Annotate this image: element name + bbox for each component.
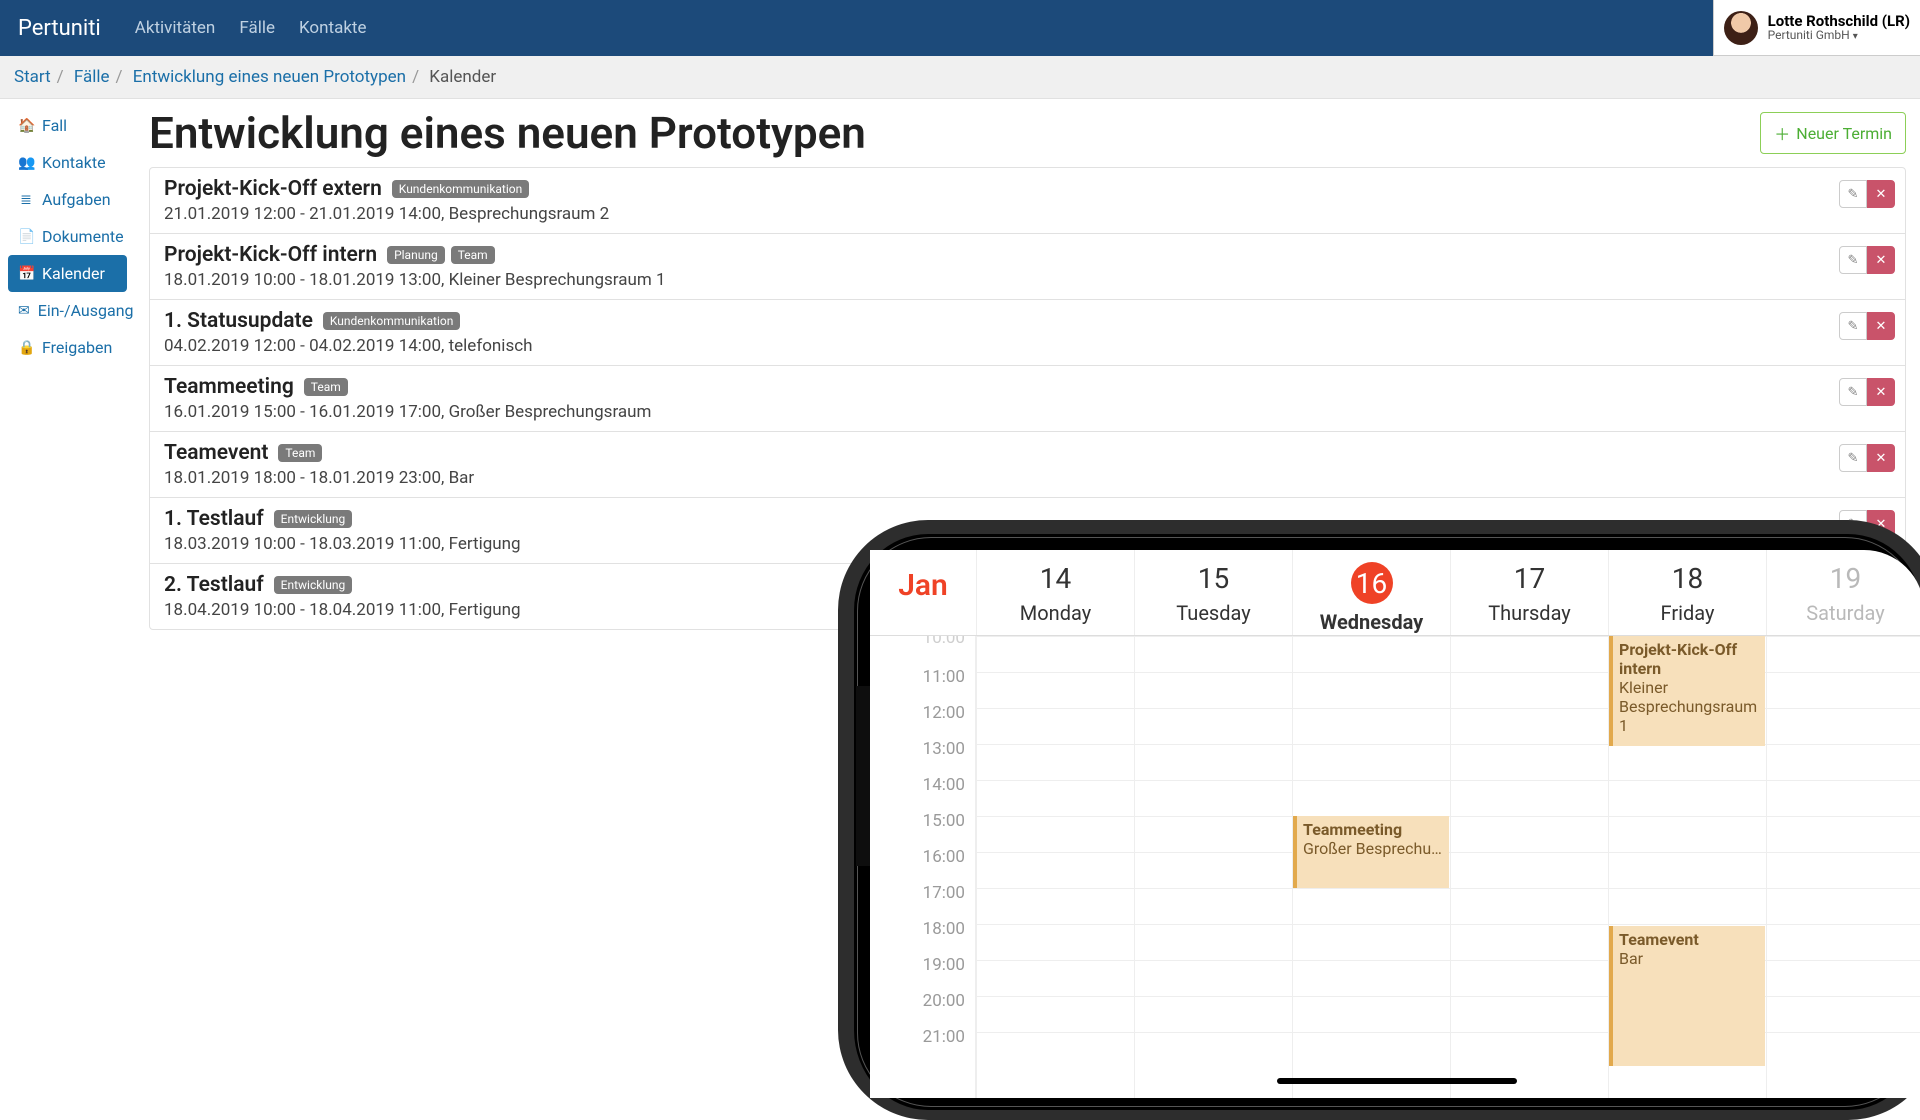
crumb-start[interactable]: Start: [14, 67, 51, 87]
event-title: Teamevent: [164, 441, 268, 465]
calendar-event[interactable]: Projekt-Kick-Off internKleiner Besprechu…: [1609, 636, 1765, 746]
sidebar-item-fall[interactable]: 🏠 Fall: [8, 107, 127, 144]
edit-button[interactable]: ✎: [1839, 246, 1867, 274]
event-title: Teammeeting: [164, 375, 294, 399]
sidebar-item-label: Dokumente: [42, 227, 124, 246]
avatar: [1724, 11, 1758, 45]
sidebar-item-label: Aufgaben: [42, 190, 111, 209]
edit-button[interactable]: ✎: [1839, 444, 1867, 472]
sidebar: 🏠 Fall 👥 Kontakte ≣ Aufgaben 📄 Dokumente 📅 Kalend…: [0, 99, 135, 630]
event-subtitle: 18.01.2019 18:00 - 18.01.2019 23:00, Bar: [164, 468, 1891, 488]
tag: Kundenkommunikation: [392, 180, 529, 198]
event-subtitle: 04.02.2019 12:00 - 04.02.2019 14:00, tel…: [164, 336, 1891, 356]
page-title: Entwicklung eines neuen Prototypen: [149, 107, 866, 159]
breadcrumb: Start/ Fälle/ Entwicklung eines neuen Pr…: [0, 56, 1920, 99]
day-column: [1766, 636, 1920, 1098]
sidebar-item-aufgaben[interactable]: ≣ Aufgaben: [8, 181, 127, 218]
event-subtitle: 18.01.2019 10:00 - 18.01.2019 13:00, Kle…: [164, 270, 1891, 290]
day-column: Projekt-Kick-Off internKleiner Besprechu…: [1608, 636, 1766, 1098]
sidebar-icon: ≣: [18, 192, 34, 208]
time-column: 10:0011:0012:0013:0014:0015:0016:0017:00…: [870, 636, 976, 1098]
event-title: Projekt-Kick-Off intern: [164, 243, 377, 267]
sidebar-item-label: Fall: [42, 116, 67, 135]
event-title: Projekt-Kick-Off extern: [164, 177, 382, 201]
calendar-month: Jan: [870, 550, 976, 635]
user-org: Pertuniti GmbH▾: [1768, 29, 1910, 42]
edit-button[interactable]: ✎: [1839, 312, 1867, 340]
day-column: [1134, 636, 1292, 1098]
event-subtitle: 21.01.2019 12:00 - 21.01.2019 14:00, Bes…: [164, 204, 1891, 224]
sidebar-item-label: Freigaben: [42, 338, 112, 357]
tag: Team: [278, 444, 322, 462]
sidebar-item-label: Ein-/Ausgang: [38, 301, 134, 320]
tag: Entwicklung: [274, 510, 353, 528]
sidebar-item-label: Kontakte: [42, 153, 106, 172]
brand-logo[interactable]: Pertuniti: [18, 16, 101, 41]
delete-button[interactable]: ✕: [1867, 180, 1895, 208]
sidebar-icon: 📄: [18, 229, 34, 245]
sidebar-item-label: Kalender: [42, 264, 105, 283]
day-column: [976, 636, 1134, 1098]
delete-button[interactable]: ✕: [1867, 444, 1895, 472]
nav-activities[interactable]: Aktivitäten: [135, 18, 216, 38]
calendar-day[interactable]: 15Tuesday: [1134, 550, 1292, 635]
tag: Entwicklung: [274, 576, 353, 594]
calendar-day[interactable]: 19Saturday: [1766, 550, 1920, 635]
sidebar-icon: ✉: [18, 303, 30, 319]
crumb-cases[interactable]: Fälle: [74, 67, 110, 87]
event-row[interactable]: Projekt-Kick-Off extern Kundenkommunikat…: [150, 168, 1905, 234]
delete-button[interactable]: ✕: [1867, 312, 1895, 340]
top-bar: Pertuniti Aktivitäten Fälle Kontakte Lot…: [0, 0, 1920, 56]
sidebar-item-kontakte[interactable]: 👥 Kontakte: [8, 144, 127, 181]
sidebar-item-ein-/ausgang[interactable]: ✉Ein-/Ausgang: [8, 292, 127, 329]
sidebar-icon: 👥: [18, 155, 34, 171]
home-indicator: [1277, 1078, 1517, 1084]
crumb-current: Kalender: [429, 67, 496, 87]
delete-button[interactable]: ✕: [1867, 246, 1895, 274]
user-menu[interactable]: Lotte Rothschild (LR) Pertuniti GmbH▾: [1713, 0, 1920, 56]
event-title: 1. Statusupdate: [164, 309, 313, 333]
sidebar-icon: 🔒: [18, 340, 34, 356]
calendar-day[interactable]: 14Monday: [976, 550, 1134, 635]
edit-button[interactable]: ✎: [1839, 378, 1867, 406]
event-row[interactable]: Teammeeting Team 16.01.2019 15:00 - 16.01…: [150, 366, 1905, 432]
calendar-day[interactable]: 18Friday: [1608, 550, 1766, 635]
delete-button[interactable]: ✕: [1867, 378, 1895, 406]
calendar-event[interactable]: TeameventBar: [1609, 926, 1765, 1066]
crumb-case[interactable]: Entwicklung eines neuen Prototypen: [133, 67, 406, 87]
event-title: 1. Testlauf: [164, 507, 264, 531]
calendar-event[interactable]: TeammeetingGroßer Besprechu…: [1293, 816, 1449, 888]
event-title: 2. Testlauf: [164, 573, 264, 597]
sidebar-item-freigaben[interactable]: 🔒 Freigaben: [8, 329, 127, 366]
event-row[interactable]: Teamevent Team 18.01.2019 18:00 - 18.01.2…: [150, 432, 1905, 498]
user-name: Lotte Rothschild (LR): [1768, 13, 1910, 30]
day-column: TeammeetingGroßer Besprechu…: [1292, 636, 1450, 1098]
tag: Team: [304, 378, 348, 396]
new-appointment-button[interactable]: ＋Neuer Termin: [1760, 112, 1906, 154]
nav-cases[interactable]: Fälle: [239, 18, 275, 38]
sidebar-item-dokumente[interactable]: 📄 Dokumente: [8, 218, 127, 255]
event-row[interactable]: 1. Statusupdate Kundenkommunikation 04.02…: [150, 300, 1905, 366]
calendar-day[interactable]: 16Wednesday: [1292, 550, 1450, 635]
calendar-day[interactable]: 17Thursday: [1450, 550, 1608, 635]
tag: Team: [451, 246, 495, 264]
day-column: [1450, 636, 1608, 1098]
chevron-down-icon: ▾: [1853, 31, 1858, 42]
tag: Kundenkommunikation: [323, 312, 460, 330]
sidebar-icon: 🏠: [18, 118, 34, 134]
plus-icon: ＋: [1774, 121, 1790, 145]
event-subtitle: 16.01.2019 15:00 - 16.01.2019 17:00, Gro…: [164, 402, 1891, 422]
event-row[interactable]: Projekt-Kick-Off intern Planung Team 18.01…: [150, 234, 1905, 300]
nav-contacts[interactable]: Kontakte: [299, 18, 367, 38]
phone-screen: Jan14Monday15Tuesday16Wednesday17Thursda…: [870, 550, 1920, 1098]
sidebar-icon: 📅: [18, 266, 34, 282]
top-nav: Aktivitäten Fälle Kontakte: [135, 18, 367, 38]
phone-mockup: Jan14Monday15Tuesday16Wednesday17Thursda…: [838, 520, 1920, 1120]
sidebar-item-kalender[interactable]: 📅 Kalender: [8, 255, 127, 292]
tag: Planung: [387, 246, 445, 264]
edit-button[interactable]: ✎: [1839, 180, 1867, 208]
